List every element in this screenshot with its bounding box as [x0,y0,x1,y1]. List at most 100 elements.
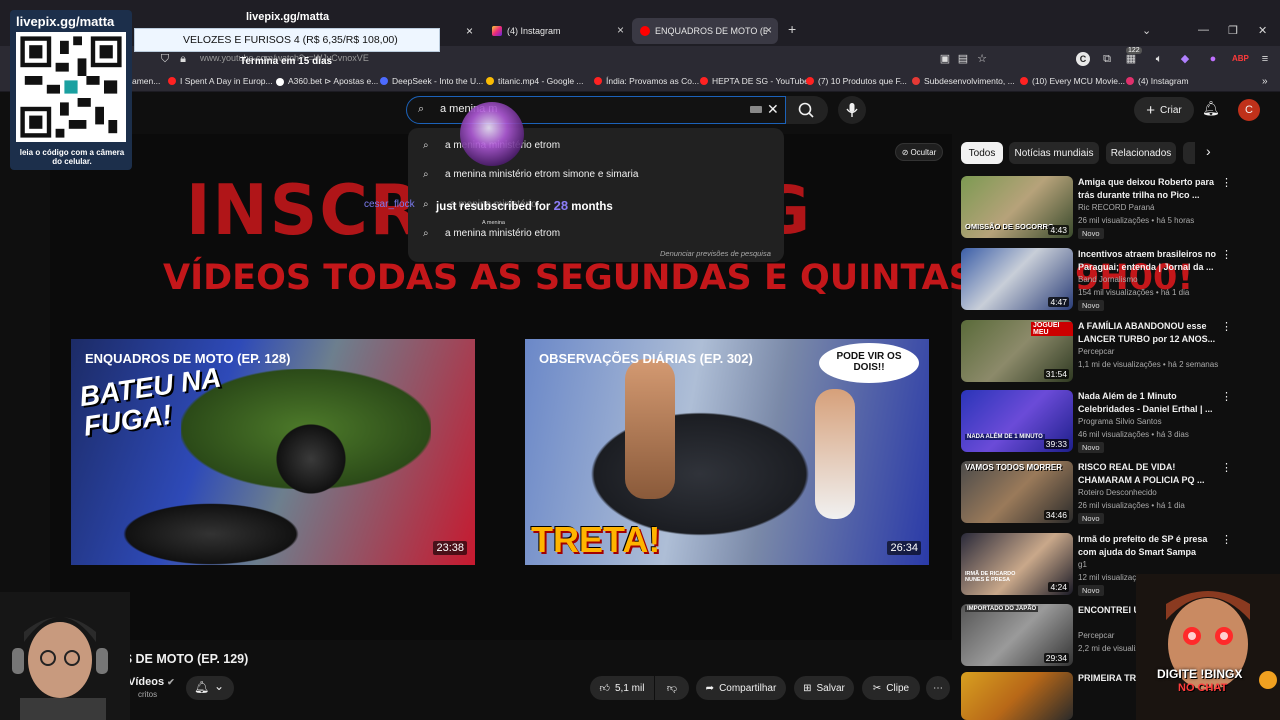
bookmarks-overflow-icon[interactable]: » [1262,76,1268,87]
more-vertical-icon[interactable]: ⋮ [1221,248,1232,261]
recommendation-item[interactable]: OMISSÃO DE SOCORRO 4:43 Amiga que deixou… [961,176,1261,240]
recommendation-title: Irmã do prefeito de SP é presa com ajuda… [1078,534,1208,557]
bookmark-star-icon[interactable]: ☆ [975,52,989,66]
end-screen-video-card[interactable]: ENQUADROS DE MOTO (EP. 128) BATEU NA FUG… [71,339,475,565]
create-button[interactable]: + Criar [1134,97,1194,123]
channel-subscribers: critos [138,690,158,699]
shield-icon[interactable]: ⛉ [158,52,172,66]
tab-list-chevron-icon[interactable]: ⌄ [1142,24,1151,37]
chip-world-news[interactable]: Notícias mundiais [1009,142,1099,164]
chip-all[interactable]: Todos [961,142,1003,164]
dislike-button[interactable]: 👎︎ [655,676,689,700]
more-actions-button[interactable]: ⋯ [926,676,950,700]
site-icon [276,77,284,86]
close-previous-tab[interactable]: × [458,18,478,44]
reader-view-icon[interactable]: ▤ [956,52,970,66]
recommendation-channel: Percepcar [1078,631,1115,640]
extension-c-icon[interactable]: C [1076,52,1090,66]
close-icon[interactable]: × [617,23,624,37]
speech-bubble: PODE VIR OS DOIS!! [819,343,919,383]
share-button[interactable]: ➦ Compartilhar [696,676,786,700]
extension-purple-icon[interactable]: ◆ [1178,52,1192,66]
search-button[interactable] [786,96,828,124]
window-close-icon[interactable]: ✕ [1258,24,1267,37]
recommendation-item[interactable]: VAMOS TODOS MORRER 34:46 RISCO REAL DE V… [961,461,1261,525]
voice-search-button[interactable] [838,96,866,124]
picture-in-picture-icon[interactable]: ▣ [938,52,952,66]
tab-label: (4) Instagram [507,26,561,36]
like-button[interactable]: 👍︎ 5,1 mil [590,676,654,700]
clip-label: Clipe [886,682,910,694]
speaker-icon[interactable]: 🔈︎ [1152,52,1166,66]
video-duration: 29:34 [1043,653,1069,663]
bookmark-item[interactable]: (10) Every MCU Movie... [1020,76,1125,86]
bookmark-label: DeepSeek - Into the U... [392,76,484,86]
bookmark-item[interactable]: titanic.mp4 - Google ... [486,76,584,86]
bookmark-item[interactable]: A360.bet ⊳ Apostas e... [276,76,378,87]
chip-related[interactable]: Relacionados [1106,142,1176,164]
suggestion-item[interactable]: a menina ministério etrom simone e simar… [445,169,638,180]
recommendation-item[interactable]: NADA ALÉM DE 1 MINUTO 39:33 Nada Além de… [961,390,1261,454]
subscription-bell-button[interactable]: 🔔︎ ⌄ [186,676,234,700]
channel-name[interactable]: Vídeos ✔ [128,676,175,688]
youtube-icon [1020,77,1028,85]
extensions-puzzle-icon[interactable]: ⧉ [1100,52,1114,66]
recommendation-item[interactable]: JOGUEI MEU 31:54 A FAMÍLIA ABANDONOU ess… [961,320,1261,384]
donation-goal-time: Termina em 15 dias [240,56,333,67]
lock-icon[interactable]: 🔒︎ [176,52,190,66]
bell-icon: 🔔︎ [194,680,210,694]
recommendation-meta: 1,1 mi de visualizações • há 2 semanas [1078,360,1219,369]
microphone-icon [846,103,858,117]
adblock-icon[interactable]: ABP [1232,52,1249,66]
minimize-icon[interactable]: — [1198,24,1209,36]
bookmark-item[interactable]: Índia: Provamos as Co... [594,76,699,86]
thumbs-up-icon: 👍︎ [599,683,610,694]
save-playlist-icon: ⊞ [803,682,812,694]
recommendation-meta: 46 mil visualizações • há 3 dias [1078,430,1189,439]
clear-search-icon[interactable]: ✕ [767,101,779,118]
menu-hamburger-icon[interactable]: ≡ [1258,52,1272,66]
search-icon: ⌕ [423,169,429,180]
bookmark-item[interactable]: I Spent A Day in Europ... [168,76,273,86]
bookmark-item[interactable]: DeepSeek - Into the U... [380,76,483,86]
notifications-bell-icon[interactable]: 🔔︎ [1202,100,1220,117]
video-thumbnail: OMISSÃO DE SOCORRO 4:43 [961,176,1073,238]
maximize-icon[interactable]: ❐ [1228,24,1238,37]
report-predictions-link[interactable]: Denunciar previsões de pesquisa [660,249,771,258]
avatar[interactable]: C [1238,99,1260,121]
bookmark-item[interactable]: Subdesenvolvimento, ... [912,76,1015,86]
close-icon[interactable]: × [765,23,772,37]
video-duration: 4:24 [1048,582,1069,592]
video-duration: 26:34 [887,541,921,555]
alert-message: just resubscribed for 28 months [436,198,613,213]
more-vertical-icon[interactable]: ⋮ [1221,390,1232,403]
more-dots-icon: ⋯ [933,682,943,694]
extension-count-badge: 122 [1126,47,1142,54]
more-vertical-icon[interactable]: ⋮ [1221,320,1232,333]
save-button[interactable]: ⊞ Salvar [794,676,854,700]
hide-button[interactable]: ⊘ Ocultar [895,143,943,161]
clip-button[interactable]: ✂ Clipe [862,676,920,700]
recommendation-item[interactable]: 4:47 Incentivos atraem brasileiros no Pa… [961,248,1261,312]
more-vertical-icon[interactable]: ⋮ [1221,533,1232,546]
end-screen-video-card[interactable]: OBSERVAÇÕES DIÁRIAS (EP. 302) PODE VIR O… [525,339,929,565]
bookmark-item[interactable]: amen... [132,76,160,86]
chip-overflow[interactable] [1183,142,1195,164]
bookmark-item[interactable]: (4) Instagram [1126,76,1189,86]
share-label: Compartilhar [719,682,777,694]
tab-instagram[interactable]: (4) Instagram × [484,18,630,44]
hide-label: Ocultar [910,147,937,157]
bookmark-label: HEPTA DE SG - YouTube [712,76,809,86]
chat-call-subtext: NO CHAT [1178,682,1228,694]
bookmark-item[interactable]: (7) 10 Produtos que F... [806,76,907,86]
bookmark-item[interactable]: HEPTA DE SG - YouTube [700,76,809,86]
suggestion-item[interactable]: a menina ministério etrom [445,228,560,239]
extension-blob-icon[interactable]: ● [1206,52,1220,66]
more-vertical-icon[interactable]: ⋮ [1221,461,1232,474]
tab-youtube-video[interactable]: ENQUADROS DE MOTO (EP. 12 × [632,18,778,44]
chips-next-chevron-icon[interactable]: › [1206,143,1211,159]
new-tab-icon[interactable]: + [788,21,796,37]
notification-extension-icon[interactable]: ▦ [1124,52,1138,66]
more-vertical-icon[interactable]: ⋮ [1221,176,1232,189]
keyboard-icon[interactable] [750,106,762,113]
